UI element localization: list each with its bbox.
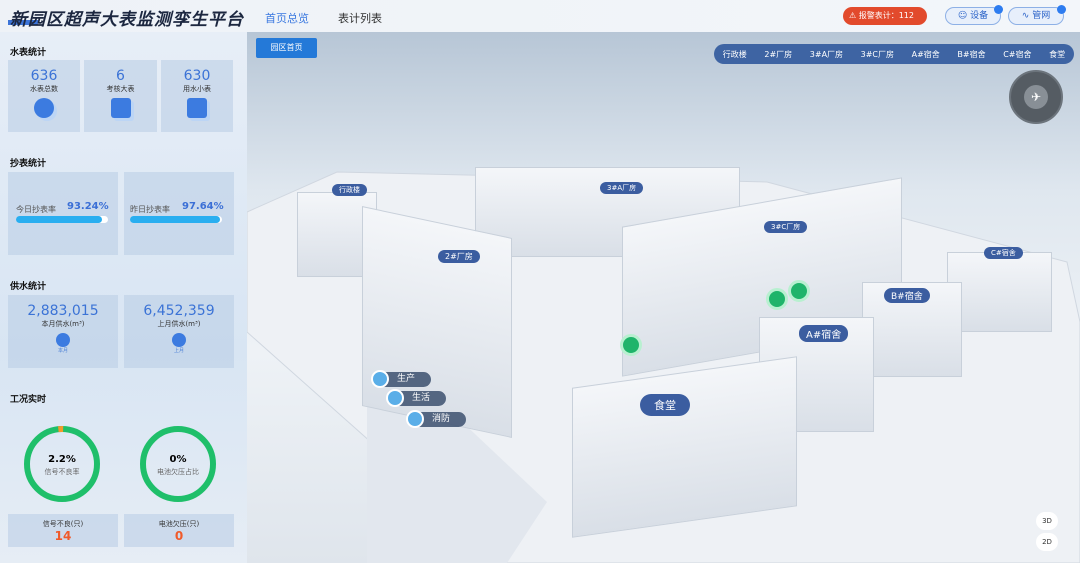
- gauge-label: 信号不良率: [44, 468, 80, 476]
- section-title: 工况实时: [10, 395, 47, 405]
- alarm-text: 报警表计：112: [858, 11, 914, 20]
- airplane-icon: ✈: [1024, 85, 1048, 109]
- notification-dot: [1057, 5, 1066, 14]
- water-drop-icon: [56, 333, 70, 347]
- tag-domestic[interactable]: 生活: [386, 389, 447, 407]
- label-c-dorm[interactable]: C#宿舍: [984, 247, 1023, 259]
- alarm-badge[interactable]: ⚠ 报警表计：112: [843, 7, 927, 25]
- count-card: 信号不良(只) 14: [8, 514, 118, 547]
- pipe-label: 管网: [1032, 11, 1051, 21]
- supply-card: 6,452,359 上月供水(m³) 上月: [124, 295, 234, 368]
- supply-label: 本月供水(m³): [41, 320, 85, 328]
- meter-pin-icon[interactable]: [620, 334, 642, 356]
- water-icon: [406, 410, 424, 428]
- building-c-dorm[interactable]: [947, 252, 1052, 332]
- progress-fill: [130, 216, 220, 223]
- label-canteen[interactable]: 食堂: [640, 394, 690, 416]
- stat-value: 630: [183, 68, 211, 84]
- nav-overview[interactable]: 首页总览: [265, 10, 309, 26]
- building-nav: 行政楼 2#厂房 3#A厂房 3#C厂房 A#宿舍 B#宿舍 C#宿舍 食堂: [714, 44, 1074, 64]
- water-icon: [386, 389, 404, 407]
- tag-label: 生产: [397, 374, 416, 384]
- read-rate-card: 今日抄表率 93.24%: [8, 172, 118, 255]
- count-value: 0: [174, 529, 184, 543]
- building-nav-item[interactable]: 行政楼: [723, 49, 747, 60]
- icon-caption: 本月: [57, 348, 68, 354]
- stat-card: 6 考核大表: [84, 60, 157, 132]
- section-title: 供水统计: [10, 282, 47, 292]
- compass-control[interactable]: ✈: [1009, 70, 1063, 124]
- building-canteen[interactable]: [572, 356, 797, 538]
- count-value: 14: [54, 529, 72, 543]
- count-label: 信号不良(只): [42, 520, 84, 528]
- battery-gauge: 0% 电池欠压占比: [138, 424, 218, 504]
- water-icon: [371, 370, 389, 388]
- gauge-value: 0%: [169, 454, 187, 465]
- gauge-value: 2.2%: [48, 454, 76, 465]
- progress-fill: [16, 216, 102, 223]
- stat-label: 用水小表: [183, 85, 211, 93]
- pipe-network-button[interactable]: ∿ 管网: [1008, 5, 1066, 25]
- view-3d-button[interactable]: 3D: [1036, 512, 1058, 530]
- building-nav-item[interactable]: 3#A厂房: [810, 49, 843, 60]
- warning-icon: ⚠: [849, 11, 859, 20]
- label-a-dorm[interactable]: A#宿舍: [799, 325, 849, 342]
- tag-label: 生活: [412, 393, 431, 403]
- stat-card: 630 用水小表: [161, 60, 233, 132]
- building-nav-item[interactable]: B#宿舍: [957, 49, 985, 60]
- clipboard-icon: [110, 98, 131, 118]
- stat-card: 636 水表总数: [8, 60, 80, 132]
- section-title: 抄表统计: [10, 159, 47, 169]
- small-meter-icon: [187, 98, 207, 118]
- section-title: 水表统计: [10, 48, 47, 58]
- building-nav-item[interactable]: 2#厂房: [764, 49, 792, 60]
- label-3c[interactable]: 3#C厂房: [764, 221, 808, 233]
- stat-value: 636: [30, 68, 58, 84]
- view-2d-button[interactable]: 2D: [1036, 533, 1058, 551]
- user-icon: ☺: [957, 11, 971, 21]
- label-2[interactable]: 2#厂房: [438, 250, 480, 263]
- meter-icon: [34, 98, 54, 118]
- supply-value: 6,452,359: [143, 303, 215, 319]
- rate-value: 93.24%: [67, 201, 109, 212]
- stat-label: 考核大表: [106, 85, 135, 93]
- water-drop-icon: [172, 333, 186, 347]
- tag-production[interactable]: 生产: [371, 370, 432, 388]
- rate-value: 97.64%: [182, 201, 224, 212]
- stat-value: 6: [116, 68, 125, 84]
- label-b-dorm[interactable]: B#宿舍: [884, 288, 930, 303]
- campus-home-button[interactable]: 园区首页: [256, 38, 317, 58]
- sidebar: 水表统计 636 水表总数 6 考核大表 630 用水小表 抄表统计 今日抄表率…: [0, 32, 247, 563]
- top-bar: 新园区超声大表监测孪生平台 首页总览 表计列表 ⚠ 报警表计：112 ☺ 设备 …: [0, 0, 1080, 32]
- rate-label: 昨日抄表率: [130, 205, 170, 214]
- pipe-icon: ∿: [1021, 11, 1033, 21]
- 3d-campus-scene[interactable]: 行政楼 3#A厂房 2#厂房 3#C厂房 C#宿舍 B#宿舍 A#宿舍 食堂 生…: [247, 32, 1080, 563]
- device-label: 设备: [970, 11, 989, 21]
- count-label: 电池欠压(只): [158, 520, 200, 528]
- read-rate-card: 昨日抄表率 97.64%: [124, 172, 234, 255]
- count-card: 电池欠压(只) 0: [124, 514, 234, 547]
- meter-pin-icon[interactable]: [766, 288, 788, 310]
- gauge-label: 电池欠压占比: [157, 468, 199, 476]
- tag-label: 消防: [432, 414, 451, 424]
- icon-caption: 上月: [173, 348, 184, 354]
- label-admin[interactable]: 行政楼: [332, 184, 367, 196]
- device-button[interactable]: ☺ 设备: [945, 5, 1003, 25]
- meter-pin-icon[interactable]: [788, 280, 810, 302]
- building-nav-item[interactable]: C#宿舍: [1003, 49, 1031, 60]
- nav-meter-list[interactable]: 表计列表: [338, 10, 382, 26]
- notification-dot: [994, 5, 1003, 14]
- label-3a[interactable]: 3#A厂房: [600, 182, 644, 194]
- tag-fire[interactable]: 消防: [406, 410, 467, 428]
- supply-label: 上月供水(m³): [157, 320, 201, 328]
- supply-card: 2,883,015 本月供水(m³) 本月: [8, 295, 118, 368]
- supply-value: 2,883,015: [27, 303, 99, 319]
- signal-gauge: 2.2% 信号不良率: [22, 424, 102, 504]
- rate-label: 今日抄表率: [16, 205, 56, 214]
- app-title: 新园区超声大表监测孪生平台: [10, 10, 244, 30]
- building-nav-item[interactable]: A#宿舍: [912, 49, 940, 60]
- building-nav-item[interactable]: 食堂: [1049, 49, 1065, 60]
- stat-label: 水表总数: [30, 85, 58, 93]
- building-nav-item[interactable]: 3#C厂房: [861, 49, 894, 60]
